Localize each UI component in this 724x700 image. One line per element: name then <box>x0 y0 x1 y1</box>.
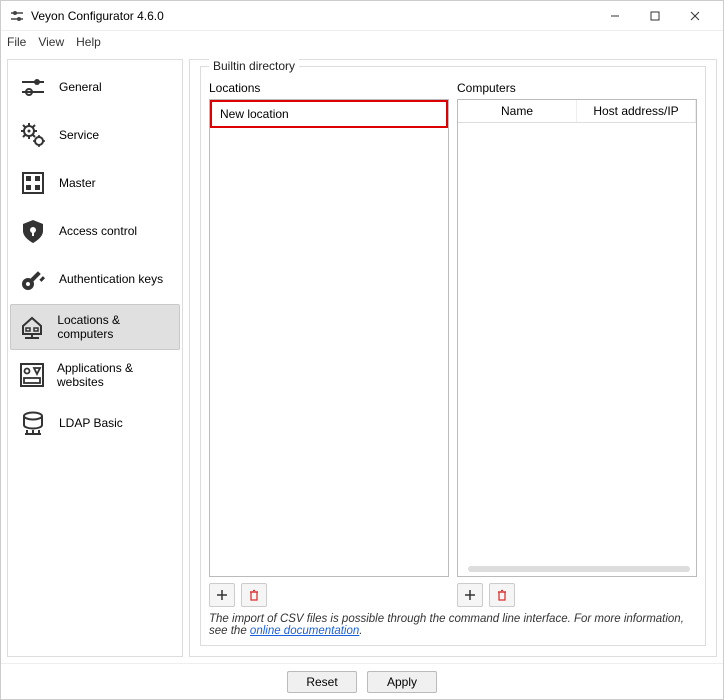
add-icon <box>464 589 476 601</box>
sidebar-item-ldap-basic[interactable]: LDAP Basic <box>10 400 180 446</box>
col-header-host[interactable]: Host address/IP <box>577 100 696 122</box>
trash-icon <box>496 589 508 601</box>
main-panel: Builtin directory Locations New location <box>189 59 717 657</box>
sidebar-item-label: Master <box>59 176 96 190</box>
window-title: Veyon Configurator 4.6.0 <box>31 9 595 23</box>
add-icon <box>216 589 228 601</box>
grid-icon <box>17 167 49 199</box>
house-network-icon <box>17 311 47 343</box>
horizontal-scrollbar[interactable] <box>468 566 690 572</box>
sidebar-item-label: Access control <box>59 224 137 238</box>
menu-file[interactable]: File <box>7 35 26 49</box>
gear-icon <box>17 119 49 151</box>
add-location-button[interactable] <box>209 583 235 607</box>
sidebar-item-label: Service <box>59 128 99 142</box>
menu-help[interactable]: Help <box>76 35 101 49</box>
menu-view[interactable]: View <box>38 35 64 49</box>
computers-table[interactable]: Name Host address/IP <box>457 99 697 577</box>
col-header-name[interactable]: Name <box>458 100 577 122</box>
sidebar-item-service[interactable]: Service <box>10 112 180 158</box>
delete-location-button[interactable] <box>241 583 267 607</box>
sidebar-item-label: Locations & computers <box>57 313 173 341</box>
sidebar-item-general[interactable]: General <box>10 64 180 110</box>
sidebar-item-master[interactable]: Master <box>10 160 180 206</box>
locations-column: Locations New location <box>209 81 449 607</box>
group-title: Builtin directory <box>209 59 299 73</box>
apps-icon <box>17 359 47 391</box>
trash-icon <box>248 589 260 601</box>
locations-list[interactable]: New location <box>209 99 449 577</box>
add-computer-button[interactable] <box>457 583 483 607</box>
computers-label: Computers <box>457 81 697 95</box>
docs-link[interactable]: online documentation <box>250 625 359 637</box>
sidebar-item-label: General <box>59 80 102 94</box>
locations-label: Locations <box>209 81 449 95</box>
key-icon <box>17 263 49 295</box>
sidebar-item-auth-keys[interactable]: Authentication keys <box>10 256 180 302</box>
sidebar-item-label: Applications & websites <box>57 361 173 389</box>
sidebar-item-apps-websites[interactable]: Applications & websites <box>10 352 180 398</box>
sliders-icon <box>17 71 49 103</box>
app-icon <box>9 8 25 24</box>
maximize-button[interactable] <box>635 2 675 30</box>
computers-column: Computers Name Host address/IP <box>457 81 697 607</box>
close-button[interactable] <box>675 2 715 30</box>
database-icon <box>17 407 49 439</box>
footer: Reset Apply <box>1 663 723 699</box>
csv-hint: The import of CSV files is possible thro… <box>209 613 697 637</box>
reset-button[interactable]: Reset <box>287 671 357 693</box>
location-item[interactable]: New location <box>210 100 448 128</box>
sidebar-item-label: LDAP Basic <box>59 416 123 430</box>
sidebar-item-access-control[interactable]: Access control <box>10 208 180 254</box>
shield-icon <box>17 215 49 247</box>
sidebar-item-locations-computers[interactable]: Locations & computers <box>10 304 180 350</box>
menubar: File View Help <box>1 31 723 53</box>
minimize-button[interactable] <box>595 2 635 30</box>
sidebar: General Service Master Access control <box>7 59 183 657</box>
apply-button[interactable]: Apply <box>367 671 437 693</box>
delete-computer-button[interactable] <box>489 583 515 607</box>
sidebar-item-label: Authentication keys <box>59 272 163 286</box>
builtin-directory-group: Builtin directory Locations New location <box>200 66 706 646</box>
titlebar: Veyon Configurator 4.6.0 <box>1 1 723 31</box>
